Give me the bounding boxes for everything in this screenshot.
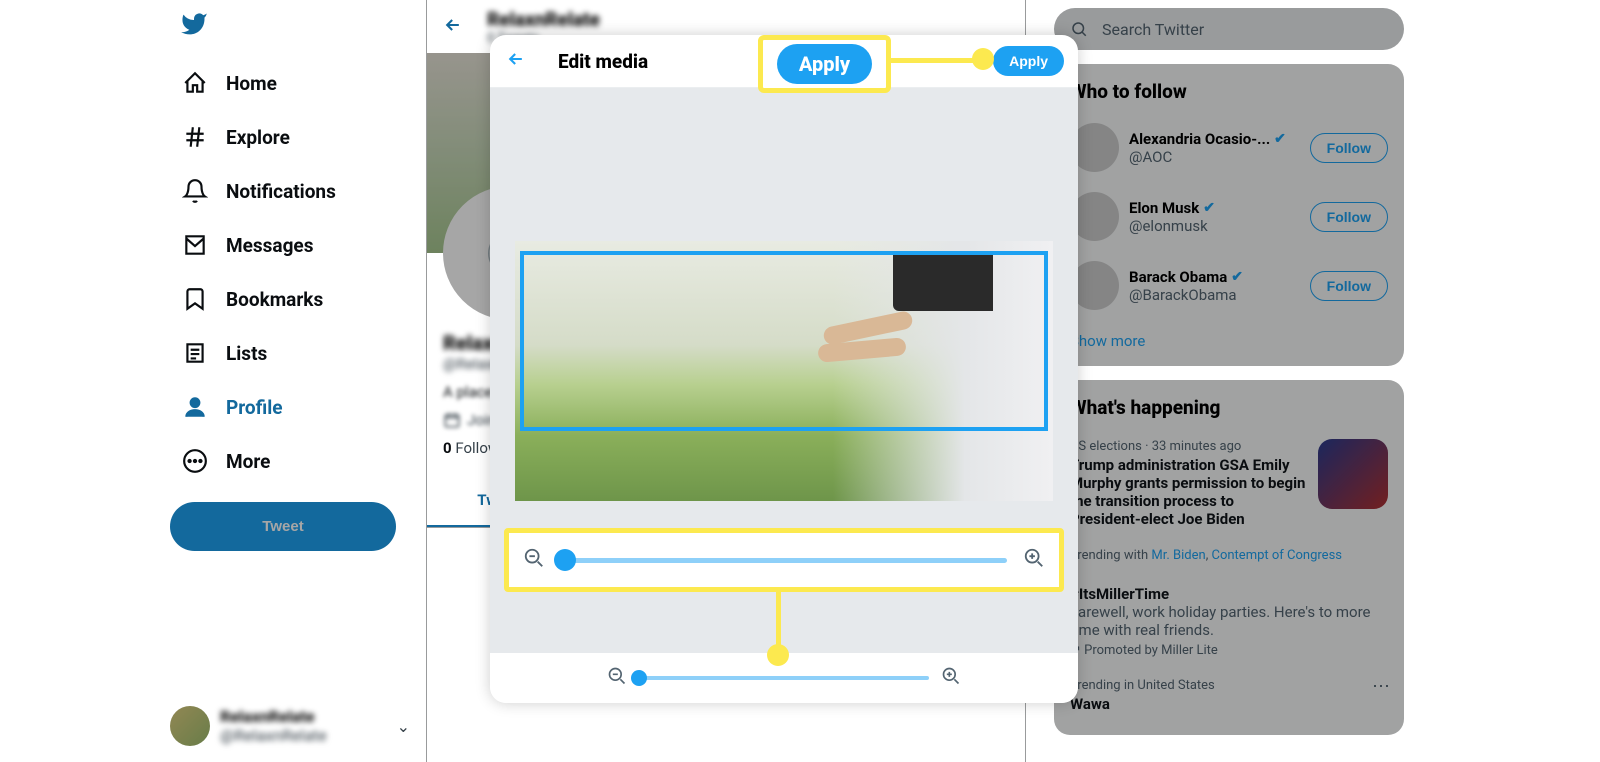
zoom-out-icon[interactable]: [607, 666, 627, 690]
trend-item[interactable]: US elections · 33 minutes ago Trump admi…: [1054, 429, 1404, 538]
who-heading: Who to follow: [1054, 76, 1404, 113]
nav-explore[interactable]: Explore: [170, 110, 426, 164]
list-icon: [182, 340, 208, 366]
who-item[interactable]: Barack Obama✔ @BarackObama Follow: [1054, 251, 1404, 320]
account-switcher[interactable]: RelaxnRelate @RelaxnRelate ⌄: [170, 706, 410, 746]
bell-icon: [182, 178, 208, 204]
zoom-controls: [490, 653, 1078, 703]
media-image[interactable]: [515, 241, 1053, 501]
calendar-icon: [443, 411, 461, 429]
show-more-link[interactable]: Show more: [1054, 320, 1404, 354]
follow-button[interactable]: Follow: [1310, 133, 1388, 163]
nav-notifications[interactable]: Notifications: [170, 164, 426, 218]
who-item[interactable]: Alexandria Ocasio-...✔ @AOC Follow: [1054, 113, 1404, 182]
hash-icon: [182, 124, 208, 150]
nav-home-label: Home: [226, 72, 277, 95]
back-icon[interactable]: [443, 15, 463, 39]
nav-lists[interactable]: Lists: [170, 326, 426, 380]
verified-badge-icon: ✔: [1203, 200, 1215, 216]
crop-frame[interactable]: [520, 251, 1048, 431]
nav-notifications-label: Notifications: [226, 180, 336, 203]
more-circle-icon: [182, 448, 208, 474]
modal-back-icon[interactable]: [506, 49, 526, 73]
follow-button[interactable]: Follow: [1310, 271, 1388, 301]
trend-item[interactable]: #ItsMillerTime Farewell, work holiday pa…: [1054, 573, 1404, 668]
tweet-button[interactable]: Tweet: [170, 502, 396, 551]
nav-profile-label: Profile: [226, 396, 283, 419]
avatar: [170, 706, 210, 746]
verified-badge-icon: ✔: [1231, 269, 1243, 285]
whats-happening-panel: What's happening US elections · 33 minut…: [1054, 380, 1404, 735]
twitter-logo[interactable]: [180, 10, 426, 42]
modal-title: Edit media: [558, 50, 648, 73]
happening-heading: What's happening: [1054, 392, 1404, 429]
verified-badge-icon: ✔: [1274, 131, 1286, 147]
more-icon[interactable]: ⋯: [1372, 676, 1390, 697]
edit-media-modal: Edit media Apply: [490, 35, 1078, 703]
nav-explore-label: Explore: [226, 126, 290, 149]
nav-home[interactable]: Home: [170, 56, 426, 110]
trend-item[interactable]: Trending with Mr. Biden, Contempt of Con…: [1054, 538, 1404, 573]
zoom-slider[interactable]: [639, 676, 929, 680]
left-sidebar: Home Explore Notifications Messages Book…: [0, 0, 426, 762]
nav-bookmarks-label: Bookmarks: [226, 288, 323, 311]
modal-header: Edit media Apply: [490, 35, 1078, 88]
nav-bookmarks[interactable]: Bookmarks: [170, 272, 426, 326]
chevron-down-icon: ⌄: [397, 717, 410, 736]
right-sidebar: Search Twitter Who to follow Alexandria …: [1026, 0, 1600, 762]
mail-icon: [182, 232, 208, 258]
slider-thumb[interactable]: [631, 670, 647, 686]
follow-button[interactable]: Follow: [1310, 202, 1388, 232]
nav-messages[interactable]: Messages: [170, 218, 426, 272]
bookmark-icon: [182, 286, 208, 312]
trend-item[interactable]: ⋯ Trending in United States Wawa: [1054, 668, 1404, 723]
nav-more[interactable]: More: [170, 434, 426, 488]
apply-button[interactable]: Apply: [993, 46, 1064, 76]
home-icon: [182, 70, 208, 96]
profile-title: RelaxnRelate: [487, 8, 600, 31]
search-input[interactable]: Search Twitter: [1054, 8, 1404, 50]
news-thumbnail: [1318, 439, 1388, 509]
nav-more-label: More: [226, 450, 270, 473]
nav-messages-label: Messages: [226, 234, 313, 257]
crop-canvas[interactable]: [490, 88, 1078, 653]
nav-profile[interactable]: Profile: [170, 380, 426, 434]
zoom-in-icon[interactable]: [941, 666, 961, 690]
nav-lists-label: Lists: [226, 342, 267, 365]
who-item[interactable]: Elon Musk✔ @elonmusk Follow: [1054, 182, 1404, 251]
user-icon: [182, 394, 208, 420]
who-to-follow-panel: Who to follow Alexandria Ocasio-...✔ @AO…: [1054, 64, 1404, 366]
